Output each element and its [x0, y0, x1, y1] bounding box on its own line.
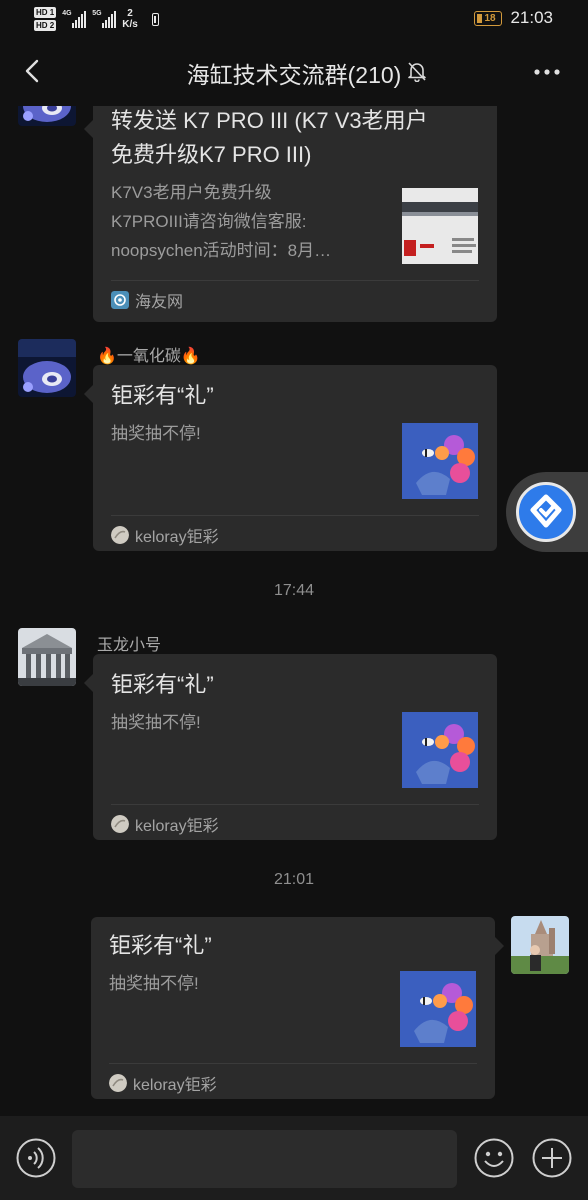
- signal-5g-icon: 5G: [92, 10, 117, 28]
- chat-title: 海缸技术交流群(210): [186, 62, 402, 88]
- card-source-name: keloray钜彩: [135, 529, 219, 546]
- bell-muted-icon: [408, 62, 426, 82]
- message-input[interactable]: [72, 1130, 457, 1188]
- speed-unit: K/s: [122, 19, 138, 30]
- card-divider: [111, 515, 479, 516]
- card-thumbnail: [402, 188, 478, 264]
- voice-icon[interactable]: [16, 1138, 56, 1178]
- speed-value: 2: [127, 8, 133, 19]
- keloray-logo-icon: [111, 815, 129, 833]
- card-desc-line2: K7PROIII请咨询微信客服:: [111, 212, 307, 231]
- battery-level: 18: [484, 12, 496, 24]
- card-divider: [109, 1063, 477, 1064]
- card-source-name: 海友网: [135, 294, 184, 311]
- link-card[interactable]: 钜彩有“礼” 抽奖抽不停! keloray钜彩: [91, 917, 504, 1099]
- card-title: 转发送 K7 PRO III (K7 V3老用户 免费升级K7 PRO III): [111, 106, 479, 172]
- status-left: HD 1 HD 2 4G 5G 2 K/s: [34, 4, 159, 34]
- more-dots-icon[interactable]: [532, 62, 562, 82]
- sim1-label: HD 1: [34, 7, 57, 18]
- card-description: K7V3老用户免费升级 K7PROIII请咨询微信客服: noopsychen活…: [111, 178, 391, 265]
- card-description: 抽奖抽不停!: [109, 974, 199, 993]
- notification-battery-icon: [151, 12, 159, 26]
- keloray-logo-icon: [109, 1074, 127, 1092]
- plus-icon[interactable]: [532, 1138, 572, 1178]
- floating-assistant-button[interactable]: [506, 472, 588, 552]
- card-source: 海友网: [111, 288, 183, 312]
- card-thumbnail: [402, 423, 478, 499]
- card-title: 钜彩有“礼”: [111, 383, 214, 408]
- sender-name: 玉龙小号: [97, 637, 162, 654]
- card-title-line2: 免费升级K7 PRO III): [111, 142, 312, 167]
- card-source: keloray钜彩: [111, 523, 219, 547]
- avatar[interactable]: [18, 106, 76, 126]
- card-source-name: keloray钜彩: [133, 1077, 217, 1094]
- card-description: 抽奖抽不停!: [111, 424, 201, 443]
- card-source: keloray钜彩: [109, 1071, 217, 1095]
- card-source: keloray钜彩: [111, 812, 219, 836]
- chat-header: 海缸技术交流群(210): [0, 38, 588, 106]
- card-desc-line3: noopsychen活动时间：8月…: [111, 241, 332, 260]
- card-desc-line1: K7V3老用户免费升级: [111, 183, 272, 202]
- timestamp: 17:44: [273, 582, 315, 599]
- haiyou-logo-icon: [111, 291, 129, 309]
- card-title: 钜彩有“礼”: [109, 933, 212, 958]
- card-title-line1: 转发送 K7 PRO III (K7 V3老用户: [111, 108, 428, 133]
- card-title: 钜彩有“礼”: [111, 672, 214, 697]
- net2-label: 5G: [92, 10, 102, 17]
- status-clock: 21:03: [510, 8, 553, 27]
- input-bar: [0, 1116, 588, 1200]
- message-list[interactable]: 转发送 K7 PRO III (K7 V3老用户 免费升级K7 PRO III)…: [0, 106, 588, 1116]
- status-bar: HD 1 HD 2 4G 5G 2 K/s 18 21:03: [0, 0, 588, 38]
- timestamp: 21:01: [273, 871, 315, 888]
- card-divider: [111, 804, 479, 805]
- battery-icon: 18: [474, 10, 503, 26]
- keloray-logo-icon: [111, 526, 129, 544]
- sim-indicators: HD 1 HD 2: [34, 6, 57, 32]
- link-card[interactable]: 转发送 K7 PRO III (K7 V3老用户 免费升级K7 PRO III)…: [84, 106, 497, 322]
- link-card[interactable]: 钜彩有“礼” 抽奖抽不停! keloray钜彩: [84, 654, 497, 840]
- avatar[interactable]: [511, 916, 569, 974]
- card-thumbnail: [402, 712, 478, 788]
- signal-4g-icon: 4G: [62, 10, 87, 28]
- sim2-label: HD 2: [34, 20, 57, 31]
- status-right: 18 21:03: [474, 8, 553, 28]
- sender-name: 🔥一氧化碳🔥: [97, 348, 201, 365]
- assistant-logo-icon: [516, 482, 576, 542]
- net1-label: 4G: [62, 10, 72, 17]
- card-description: 抽奖抽不停!: [111, 713, 201, 732]
- network-speed: 2 K/s: [122, 8, 138, 30]
- card-thumbnail: [400, 971, 476, 1047]
- card-divider: [111, 280, 479, 281]
- avatar[interactable]: [18, 628, 76, 686]
- emoji-icon[interactable]: [474, 1138, 514, 1178]
- link-card[interactable]: 钜彩有“礼” 抽奖抽不停! keloray钜彩: [84, 365, 497, 551]
- avatar[interactable]: [18, 339, 76, 397]
- card-source-name: keloray钜彩: [135, 818, 219, 835]
